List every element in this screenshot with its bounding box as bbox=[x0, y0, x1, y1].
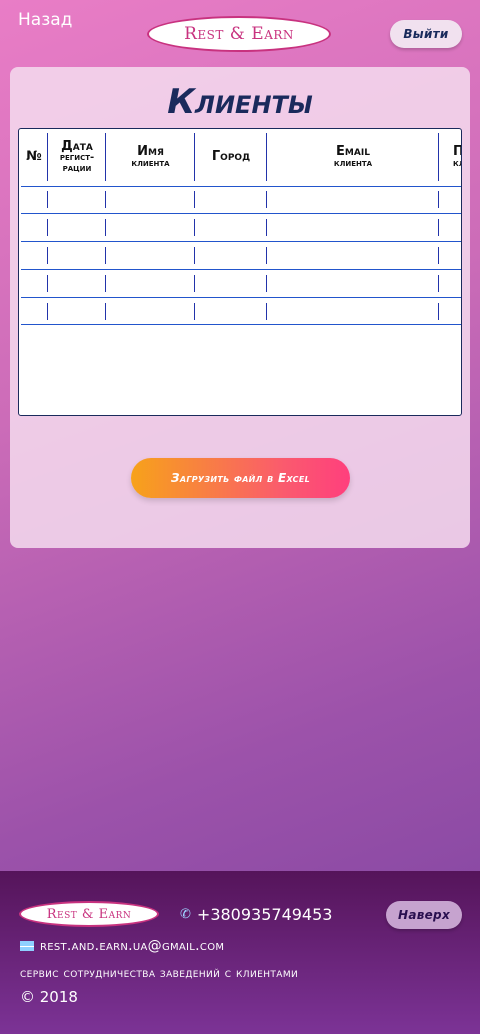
cell-divider bbox=[47, 303, 48, 320]
footer-logo[interactable]: Rest & Earn bbox=[19, 901, 159, 927]
row-divider bbox=[21, 186, 461, 187]
column-header-client-name: Имя клиента bbox=[106, 129, 195, 185]
cell-divider bbox=[105, 219, 106, 236]
column-divider bbox=[105, 133, 106, 181]
column-divider bbox=[438, 133, 439, 181]
cell-divider bbox=[194, 303, 195, 320]
cell-divider bbox=[438, 275, 439, 292]
cell-divider bbox=[194, 275, 195, 292]
column-header-registration-date: Дата регист- рации bbox=[48, 129, 106, 185]
scroll-to-top-button[interactable]: Наверх bbox=[386, 901, 462, 929]
column-header-label: Город bbox=[211, 149, 251, 165]
upload-excel-button[interactable]: Загрузить файл в Excel bbox=[131, 458, 350, 498]
logout-button[interactable]: Выйти bbox=[390, 20, 462, 48]
cell-divider bbox=[266, 303, 267, 320]
column-header-label: Email bbox=[336, 143, 370, 159]
column-header-label: Имя bbox=[137, 143, 164, 159]
column-header-sublabel: рации bbox=[62, 162, 92, 174]
cell-divider bbox=[438, 247, 439, 264]
cell-divider bbox=[194, 191, 195, 208]
mail-icon bbox=[20, 941, 34, 951]
column-divider bbox=[47, 133, 48, 181]
column-divider bbox=[194, 133, 195, 181]
copyright: © 2018 bbox=[20, 988, 78, 1006]
row-divider bbox=[21, 213, 461, 214]
cell-divider bbox=[266, 275, 267, 292]
back-link[interactable]: Назад bbox=[18, 10, 72, 30]
cell-divider bbox=[194, 247, 195, 264]
column-divider bbox=[266, 133, 267, 181]
clients-table: № Дата регист- рации Имя клиента Город E… bbox=[18, 128, 462, 416]
row-divider bbox=[21, 269, 461, 270]
row-divider bbox=[21, 297, 461, 298]
tagline: сервис сотрудничества заведений с клиент… bbox=[20, 966, 299, 981]
column-header-client-email: Email клиента bbox=[267, 129, 439, 185]
cell-divider bbox=[266, 219, 267, 236]
column-header-client-password: Паро клие bbox=[441, 129, 461, 185]
cell-divider bbox=[438, 191, 439, 208]
column-header-label: Дата bbox=[61, 138, 93, 154]
cell-divider bbox=[266, 247, 267, 264]
column-header-label: № bbox=[26, 149, 42, 165]
cell-divider bbox=[105, 275, 106, 292]
email-address: rest.and.earn.ua@gmail.com bbox=[40, 938, 225, 954]
phone-icon: ✆ bbox=[180, 907, 191, 922]
cell-divider bbox=[438, 219, 439, 236]
row-divider bbox=[21, 241, 461, 242]
cell-divider bbox=[105, 303, 106, 320]
cell-divider bbox=[194, 219, 195, 236]
cell-divider bbox=[47, 191, 48, 208]
cell-divider bbox=[47, 247, 48, 264]
column-header-city: Город bbox=[195, 129, 267, 185]
cell-divider bbox=[105, 247, 106, 264]
cell-divider bbox=[266, 191, 267, 208]
cell-divider bbox=[105, 191, 106, 208]
phone-link[interactable]: ✆ +380935749453 bbox=[180, 905, 332, 924]
email-link[interactable]: rest.and.earn.ua@gmail.com bbox=[20, 938, 224, 954]
cell-divider bbox=[47, 275, 48, 292]
row-divider bbox=[21, 324, 461, 325]
page-title: Клиенты bbox=[167, 82, 313, 122]
cell-divider bbox=[438, 303, 439, 320]
column-header-sublabel: клие bbox=[453, 157, 461, 169]
column-header-label: Паро bbox=[453, 145, 461, 159]
column-header-number: № bbox=[21, 129, 47, 185]
cell-divider bbox=[47, 219, 48, 236]
logo[interactable]: Rest & Earn bbox=[147, 16, 331, 52]
column-header-sublabel: клиента bbox=[131, 157, 170, 169]
column-header-sublabel: клиента bbox=[333, 157, 373, 169]
phone-number: +380935749453 bbox=[196, 905, 333, 924]
